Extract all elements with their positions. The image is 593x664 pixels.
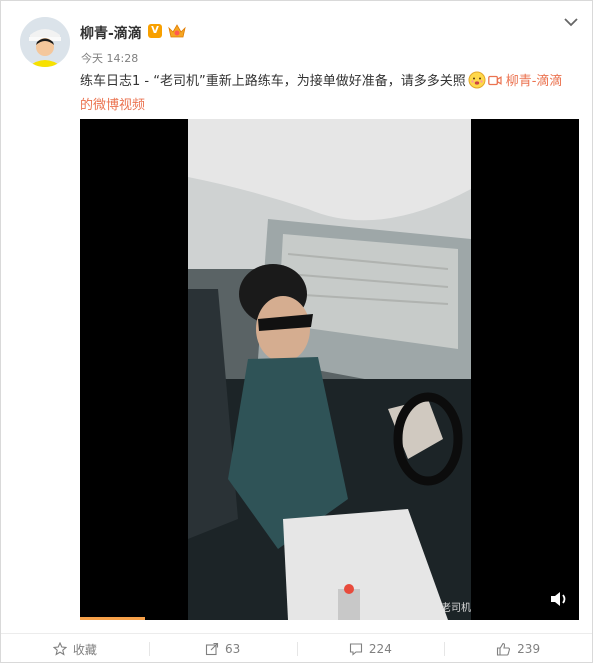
collect-button[interactable]: 收藏 [1,639,149,659]
author-name[interactable]: 柳青-滴滴 [80,23,142,43]
video-progress-bar[interactable] [80,617,145,620]
repost-count: 63 [224,642,241,656]
blush-emoji-icon [468,71,486,89]
star-icon [52,642,67,656]
member-crown-icon[interactable] [167,22,187,40]
like-button[interactable]: 239 [444,639,592,659]
video-watermark: 老司机 [441,603,471,614]
avatar-image [20,17,70,67]
chevron-down-icon[interactable] [564,17,578,27]
video-frame [188,119,471,620]
thumbs-up-icon [497,642,511,656]
weibo-post-card: 柳青-滴滴 V 今天 14:28 练车日志1 - “老司机”重新上路练车，为接单… [0,0,593,663]
comment-button[interactable]: 224 [296,639,445,659]
like-count: 239 [517,642,541,656]
comment-icon [349,643,362,656]
repost-icon [205,642,219,656]
volume-icon[interactable] [549,590,569,608]
post-text: 练车日志1 - “老司机”重新上路练车，为接单做好准备，请多多关照 柳青-滴滴的… [80,70,575,118]
avatar[interactable] [20,17,70,67]
verified-badge: V [148,24,162,38]
collect-label: 收藏 [72,642,97,657]
post-action-bar: 收藏 63 224 239 [1,633,592,664]
video-link-icon [487,75,502,86]
video-frame-image [188,119,471,620]
video-player[interactable]: 老司机 [80,119,579,620]
post-text-main: 练车日志1 - “老司机”重新上路练车，为接单做好准备，请多多关照 [80,74,466,89]
comment-count: 224 [368,642,392,656]
post-time[interactable]: 今天 14:28 [81,50,138,66]
repost-button[interactable]: 63 [148,639,297,659]
